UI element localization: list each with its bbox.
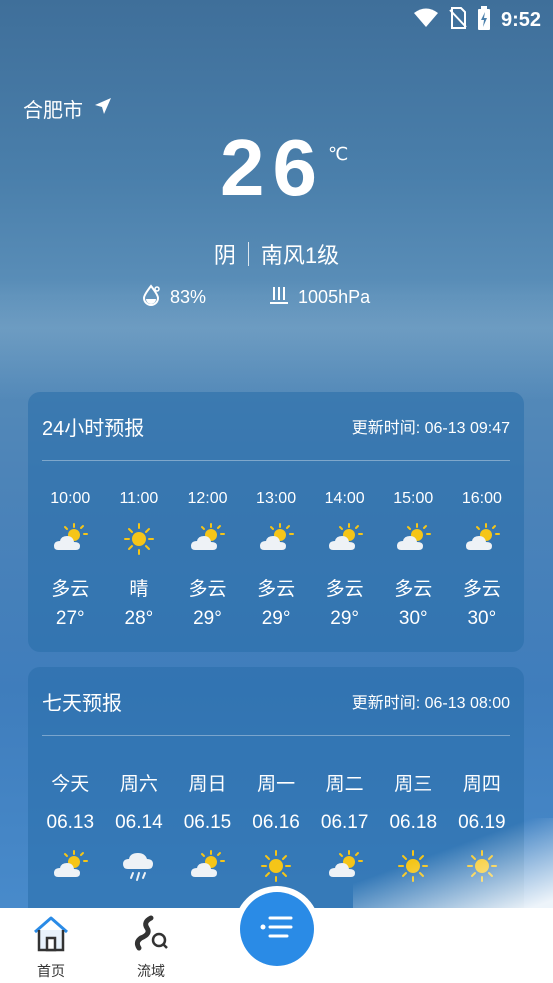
pressure-value: 1005hPa [298,287,371,307]
temperature-unit: ℃ [328,144,349,164]
hourly-time: 12:00 [187,490,228,507]
hourly-time: 16:00 [461,490,502,507]
status-time: 9:52 [500,9,541,31]
partly-cloudy-icon [310,522,379,556]
daily-day: 周日 [188,774,227,795]
wifi-icon [413,7,439,34]
hourly-cond: 多云 [462,579,501,600]
city-name: 合肥市 [23,100,83,122]
hourly-item[interactable]: 13:00 多云 29° [242,462,311,642]
hourly-divider [42,460,510,461]
daily-title: 七天预报 [42,692,122,715]
hourly-cond: 多云 [394,579,433,600]
location-arrow-icon [93,96,113,121]
daily-date: 06.14 [115,812,163,833]
hourly-item[interactable]: 14:00 多云 29° [310,462,379,642]
hourly-temp: 28° [124,608,154,629]
hourly-temp: 29° [330,608,360,629]
hourly-temp: 30° [398,608,428,629]
current-wind: 南风1级 [260,243,340,268]
condition-divider [247,242,249,266]
hourly-updated: 更新时间: 06-13 09:47 [351,420,510,437]
humidity-value: 83% [170,287,207,307]
sunny-icon [242,849,311,883]
daily-divider [42,735,510,736]
status-bar: 9:52 [0,0,553,38]
daily-updated: 更新时间: 06-13 08:00 [351,695,510,712]
partly-cloudy-icon [36,849,105,883]
daily-date: 06.13 [46,812,95,833]
pressure-metric: 1005hPa [268,284,370,311]
daily-day: 周四 [462,774,501,795]
daily-item[interactable]: 周六 06.14 [105,737,174,917]
hourly-time: 14:00 [324,490,365,507]
home-icon [31,916,71,958]
partly-cloudy-icon [36,522,105,556]
menu-fab-button[interactable] [240,892,314,966]
menu-icon [257,912,297,947]
sunny-icon [105,522,174,556]
basin-icon [131,915,171,958]
current-temperature: 26 [220,123,325,212]
corner-fade [353,818,553,908]
daily-day: 周二 [325,774,364,795]
hourly-title: 24小时预报 [42,417,145,440]
nav-home-label: 首页 [37,964,65,980]
hourly-cond: 多云 [51,579,90,600]
partly-cloudy-icon [173,522,242,556]
hourly-time: 10:00 [50,490,91,507]
daily-item[interactable]: 周日 06.15 [173,737,242,917]
hourly-time: 13:00 [256,490,297,507]
daily-day: 今天 [51,774,90,795]
partly-cloudy-icon [379,522,448,556]
hourly-cond: 多云 [188,579,227,600]
no-sim-icon [449,7,467,34]
nav-home[interactable]: 首页 [21,914,81,981]
condition-row: 阴 南风1级 [0,238,553,270]
partly-cloudy-icon [173,849,242,883]
daily-day: 周三 [394,774,433,795]
daily-date: 06.16 [252,812,300,833]
hourly-forecast-card: 24小时预报 更新时间: 06-13 09:47 10:00 多云 27° 11:00… [28,392,524,652]
hourly-item[interactable]: 12:00 多云 29° [173,462,242,642]
hourly-cond: 多云 [325,579,364,600]
daily-date: 06.15 [183,812,232,833]
daily-day: 周六 [119,774,158,795]
current-condition: 阴 [213,243,236,268]
partly-cloudy-icon [242,522,311,556]
hourly-time: 11:00 [119,490,159,507]
hourly-temp: 29° [261,608,291,629]
pressure-icon [268,284,290,311]
hourly-temp: 30° [467,608,497,629]
rain-icon [105,849,174,883]
daily-day: 周一 [257,774,296,795]
hourly-temp: 27° [55,608,85,629]
metrics-row: 83% 1005hPa [140,284,370,311]
partly-cloudy-icon [448,522,517,556]
hourly-list[interactable]: 10:00 多云 27° 11:00 晴 28° 12:00 多云 29° 13:00 多云 29° 1… [36,462,522,642]
hourly-item[interactable]: 15:00 多云 30° [379,462,448,642]
daily-item[interactable]: 今天 06.13 [36,737,105,917]
nav-basin[interactable]: 流域 [121,914,181,981]
humidity-metric: 83% [140,284,206,311]
hourly-cond: 晴 [129,579,149,600]
battery-charging-icon [477,6,491,35]
hourly-cond: 多云 [257,579,296,600]
hourly-item[interactable]: 11:00 晴 28° [105,462,174,642]
hourly-time: 15:00 [393,490,434,507]
hourly-item[interactable]: 16:00 多云 30° [448,462,517,642]
hourly-item[interactable]: 10:00 多云 27° [36,462,105,642]
hourly-temp: 29° [193,608,222,629]
humidity-icon [140,284,162,311]
location-row[interactable]: 合肥市 [23,94,113,123]
nav-basin-label: 流域 [137,964,165,980]
